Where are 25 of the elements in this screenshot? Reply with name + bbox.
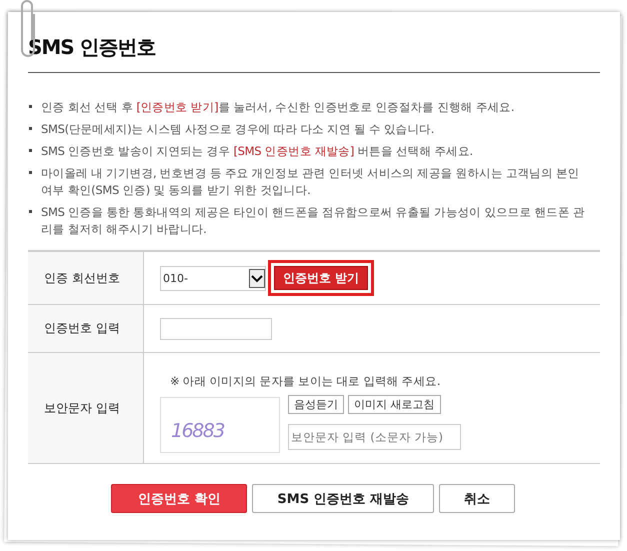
phone-prefix-select[interactable]: 010- bbox=[160, 266, 266, 290]
row-label: 인증번호 입력 bbox=[28, 305, 144, 352]
captcha-button[interactable]: 음성듣기 bbox=[288, 394, 344, 414]
captcha-button[interactable]: 이미지 새로고침 bbox=[348, 394, 440, 414]
notice-text: 마이올레 내 기기변경, 번호변경 등 주요 개인정보 관련 인터넷 서비스의 제공을 원하시는 고객님의 본인여부 확인(SMS 인증) 및 동의를 받기 위한 것입니다. bbox=[41, 165, 580, 199]
row-label: 보안문자 입력 bbox=[28, 353, 144, 463]
bullet-icon bbox=[29, 171, 32, 174]
captcha-input-field[interactable]: 보안문자 입력 (소문자 가능) bbox=[288, 424, 461, 450]
notice-text: SMS 인증번호 발송이 지연되는 경우 [SMS 인증번호 재발송] 버튼을 선택해 주세요. bbox=[41, 143, 474, 160]
action-button[interactable]: 인증번호 확인 bbox=[110, 484, 248, 513]
bullet-icon bbox=[29, 127, 32, 130]
page-title: SMS 인증번호 bbox=[28, 34, 157, 61]
get-code-button[interactable]: 인증번호 받기 bbox=[274, 266, 368, 290]
notice-text: SMS(단문메세지)는 시스템 사정으로 경우에 따라 다소 지연 될 수 있습니다. bbox=[41, 121, 436, 138]
captcha-text: 16883 bbox=[171, 420, 224, 442]
bullet-icon bbox=[29, 210, 32, 213]
bullet-icon bbox=[29, 149, 32, 152]
notice-text: SMS 인증을 통한 통화내역의 제공은 타인이 핸드폰을 점유함으로써 유출될 가능성이 있으므로 핸드폰 관리를 철저히 해주시기 바랍니다. bbox=[41, 204, 586, 238]
bullet-icon bbox=[29, 105, 32, 108]
captcha-hint: ※ 아래 이미지의 문자를 보이는 대로 입력해 주세요. bbox=[170, 374, 442, 388]
code-input-field[interactable] bbox=[160, 318, 272, 340]
row-label: 인증 회선번호 bbox=[28, 252, 144, 304]
action-button[interactable]: 취소 bbox=[439, 484, 516, 513]
notice-text: 인증 회선 선택 후 [인증번호 받기]를 눌러서, 수신한 인증번호로 인증절차를 진행해 주세요. bbox=[41, 99, 516, 116]
action-button[interactable]: SMS 인증번호 재발송 bbox=[252, 484, 434, 513]
